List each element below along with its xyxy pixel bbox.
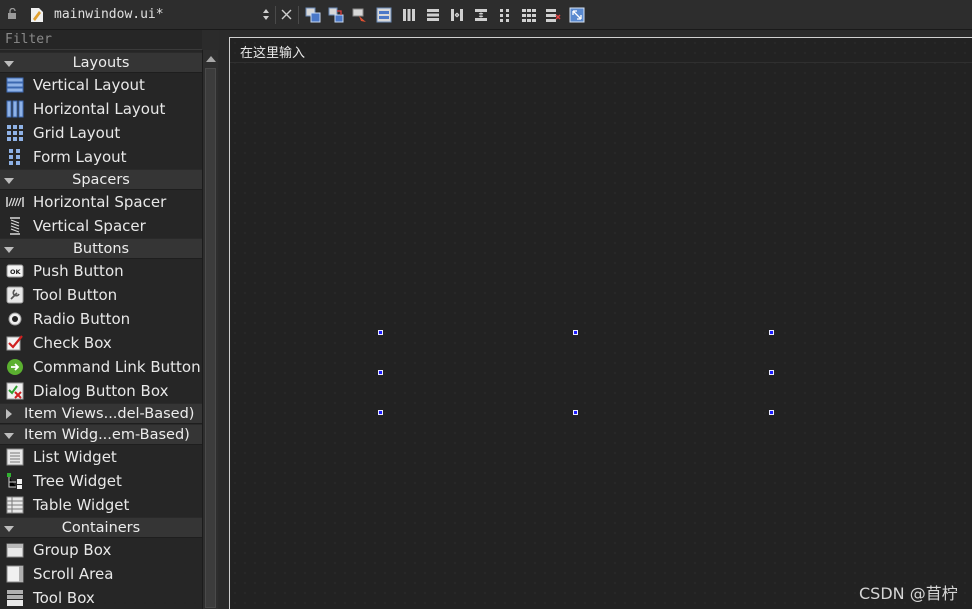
tool-button-icon (6, 286, 24, 304)
chevron-down-icon (4, 433, 14, 439)
selection-handle[interactable] (378, 330, 383, 335)
widget-item-table-widget[interactable]: Table Widget (0, 493, 202, 517)
widget-item-dialog-button-box[interactable]: Dialog Button Box (0, 379, 202, 403)
edit-file-icon (31, 8, 43, 22)
command-link-icon (7, 359, 23, 375)
horizontal-spacer-icon (6, 197, 24, 207)
push-button-icon: OK (6, 264, 24, 278)
grid-layout-icon (7, 125, 23, 141)
list-widget-icon (6, 448, 24, 466)
open-file-name[interactable]: mainwindow.ui* (54, 7, 164, 22)
widget-item-scroll-area[interactable]: Scroll Area (0, 562, 202, 586)
scroll-up-arrow-icon[interactable] (206, 56, 216, 62)
file-selector-arrows-icon[interactable] (261, 7, 271, 22)
chevron-right-icon (6, 409, 12, 419)
widget-item-tree-widget[interactable]: Tree Widget (0, 469, 202, 493)
category-layouts[interactable]: Layouts (0, 52, 202, 73)
widget-item-list-widget[interactable]: List Widget (0, 445, 202, 469)
category-item-widgets[interactable]: Item Widg...em-Based) (0, 424, 202, 445)
widget-item-horizontal-layout[interactable]: Horizontal Layout (0, 97, 202, 121)
adjust-size-icon[interactable] (569, 7, 585, 23)
widget-item-tool-box[interactable]: Tool Box (0, 586, 202, 609)
unlock-icon[interactable] (7, 8, 18, 20)
chevron-down-icon (4, 178, 14, 184)
menubar-divider (230, 62, 972, 63)
widget-item-vertical-layout[interactable]: Vertical Layout (0, 73, 202, 97)
category-spacers[interactable]: Spacers (0, 169, 202, 190)
widget-item-push-button[interactable]: OK Push Button (0, 259, 202, 283)
widget-item-radio-button[interactable]: Radio Button (0, 307, 202, 331)
widget-item-form-layout[interactable]: Form Layout (0, 145, 202, 169)
scroll-thumb[interactable] (205, 68, 216, 608)
widget-item-tool-button[interactable]: Tool Button (0, 283, 202, 307)
vertical-spacer-icon (10, 217, 20, 235)
group-box-icon (6, 543, 24, 558)
widget-list: Layouts Vertical Layout Horizontal Layou… (0, 52, 202, 609)
selection-handle[interactable] (573, 330, 578, 335)
widget-box-scrollbar[interactable] (202, 50, 218, 609)
widget-item-command-link-button[interactable]: Command Link Button (0, 355, 202, 379)
top-toolbar: mainwindow.ui* (0, 0, 972, 30)
chevron-down-icon (4, 61, 14, 67)
chevron-down-icon (4, 247, 14, 253)
toolbar-separator (275, 6, 276, 24)
selection-handle[interactable] (769, 330, 774, 335)
widget-box-panel: Filter Layouts Vertical Layout Horizonta… (0, 30, 202, 609)
edit-tab-order-icon[interactable] (376, 7, 392, 23)
widget-filter-input[interactable]: Filter (0, 30, 202, 50)
chevron-down-icon (4, 526, 14, 532)
widget-item-vertical-spacer[interactable]: Vertical Spacer (0, 214, 202, 238)
form-layout-icon (9, 149, 20, 165)
category-item-views[interactable]: Item Views...del-Based) (0, 403, 202, 424)
scroll-area-icon (6, 565, 24, 583)
dialog-button-box-icon (6, 382, 24, 400)
layout-vertical-splitter-icon[interactable] (473, 7, 489, 23)
layout-horizontal-icon[interactable] (401, 7, 417, 23)
radio-button-icon (8, 312, 22, 326)
selection-handle[interactable] (378, 370, 383, 375)
selection-handle[interactable] (769, 370, 774, 375)
toolbar-separator (298, 6, 299, 24)
edit-buddies-icon[interactable] (352, 7, 368, 23)
layout-vertical-icon[interactable] (425, 7, 441, 23)
tool-box-icon (7, 590, 23, 606)
widget-item-horizontal-spacer[interactable]: Horizontal Spacer (0, 190, 202, 214)
selection-handle[interactable] (769, 410, 774, 415)
break-layout-icon[interactable] (545, 7, 561, 23)
main-window-form[interactable]: 在这里输入 (229, 37, 972, 609)
layout-form-icon[interactable] (497, 7, 513, 23)
category-buttons[interactable]: Buttons (0, 238, 202, 259)
watermark-text: CSDN @苜柠 (859, 584, 958, 603)
vertical-layout-icon (6, 77, 24, 93)
widget-item-group-box[interactable]: Group Box (0, 538, 202, 562)
svg-text:OK: OK (10, 268, 22, 276)
tree-widget-icon (7, 473, 22, 489)
selection-handle[interactable] (573, 410, 578, 415)
horizontal-layout-icon (6, 100, 24, 118)
check-box-icon (6, 335, 23, 351)
selection-handle[interactable] (378, 410, 383, 415)
close-document-icon[interactable] (280, 8, 293, 21)
edit-signals-icon[interactable] (328, 7, 344, 23)
edit-widgets-icon[interactable] (305, 7, 321, 23)
widget-item-grid-layout[interactable]: Grid Layout (0, 121, 202, 145)
layout-horizontal-splitter-icon[interactable] (449, 7, 465, 23)
layout-grid-icon[interactable] (521, 7, 537, 23)
category-containers[interactable]: Containers (0, 517, 202, 538)
menu-placeholder[interactable]: 在这里输入 (240, 42, 305, 61)
table-widget-icon (6, 496, 24, 514)
widget-item-check-box[interactable]: Check Box (0, 331, 202, 355)
